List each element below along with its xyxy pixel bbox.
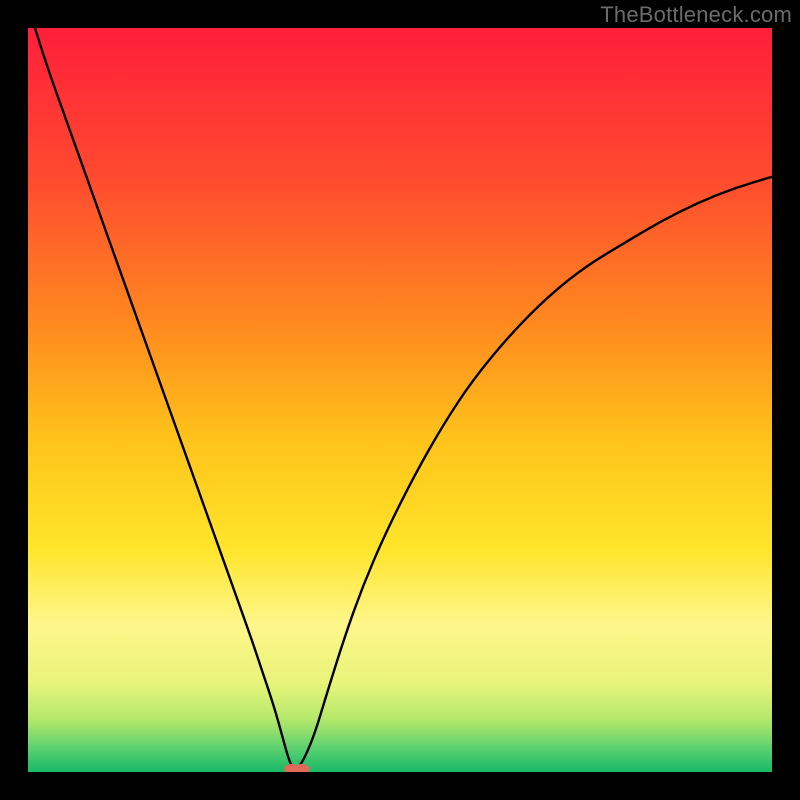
plot-area: [28, 28, 772, 772]
watermark-text: TheBottleneck.com: [600, 2, 792, 28]
gradient-background: [28, 28, 772, 772]
chart-svg: [28, 28, 772, 772]
chart-frame: TheBottleneck.com: [0, 0, 800, 800]
